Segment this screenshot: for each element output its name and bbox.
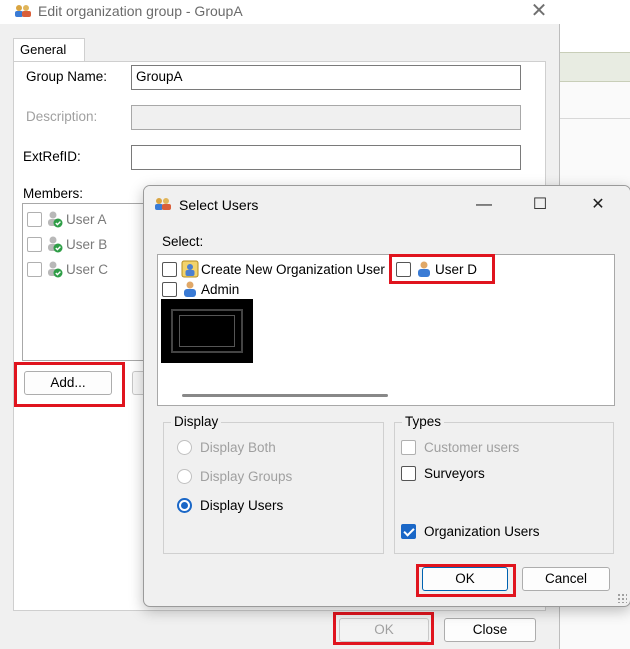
radio-indicator [177,469,192,484]
extrefid-label: ExtRefID: [23,149,81,164]
group-name-field[interactable]: GroupA [131,65,521,90]
new-user-icon [181,260,199,278]
types-group-title: Types [402,414,445,429]
checkbox-customer-users[interactable]: Customer users [401,440,519,455]
user-check-icon [48,261,63,278]
radio-display-users[interactable]: Display Users [177,498,283,513]
user-check-icon [48,211,63,228]
display-group: Display Display Both Display Groups Disp… [163,414,384,554]
cancel-button[interactable]: Cancel [522,567,610,591]
list-item[interactable]: Create New Organization User [162,259,385,279]
member-label: User B [66,236,108,252]
ok-button-highlight [333,612,434,645]
option-label: Display Groups [200,469,293,484]
types-group: Types Customer users Surveyors Organizat… [394,414,614,554]
radio-indicator [177,440,192,455]
select-users-dialog: Select Users — ☐ ✕ Select: Create New Or… [143,185,630,607]
option-label: Display Both [200,440,276,455]
item-label: Admin [201,281,240,297]
redacted-area [161,299,253,363]
member-checkbox[interactable] [27,211,42,227]
radio-display-groups[interactable]: Display Groups [177,469,292,484]
tab-general[interactable]: General [13,38,85,62]
close-icon[interactable]: ✕ [528,0,550,22]
checkbox-indicator [401,524,416,539]
checkbox-indicator [401,440,416,455]
list-item[interactable]: Admin [162,279,239,299]
close-icon[interactable]: ✕ [576,190,620,220]
extrefid-field[interactable] [131,145,521,170]
display-group-title: Display [171,414,222,429]
user-check-icon [48,236,63,253]
list-item[interactable]: User A [27,209,107,229]
close-button[interactable]: Close [444,618,536,642]
dialog-title: Edit organization group - GroupA [38,3,243,19]
checkbox-surveyors[interactable]: Surveyors [401,466,485,481]
member-label: User C [66,261,109,277]
dialog-titlebar: Select Users — ☐ ✕ [144,186,630,222]
checkbox-organization-users[interactable]: Organization Users [401,524,540,539]
resize-grip[interactable] [617,593,627,603]
option-label: Customer users [424,440,520,455]
maximize-icon[interactable]: ☐ [518,190,562,220]
checkbox-indicator [401,466,416,481]
radio-indicator [177,498,192,513]
description-field [131,105,521,130]
option-label: Display Users [200,498,284,513]
item-label: Create New Organization User [201,261,385,277]
group-users-icon [155,198,171,210]
option-label: Organization Users [424,524,540,539]
option-label: Surveyors [424,466,485,481]
item-checkbox[interactable] [162,261,177,277]
member-checkbox[interactable] [27,261,42,277]
description-label: Description: [26,109,98,124]
group-name-label: Group Name: [26,69,108,84]
group-users-icon [15,5,31,17]
minimize-icon[interactable]: — [462,190,506,220]
dialog-titlebar: Edit organization group - GroupA ✕ [0,0,560,24]
user-d-highlight [389,254,495,284]
horizontal-scrollbar[interactable] [182,394,388,397]
ok-button-highlight [416,564,516,597]
background-app-toolbar [560,52,630,82]
users-list[interactable]: Create New Organization User User D Admi… [157,254,615,406]
radio-display-both[interactable]: Display Both [177,440,276,455]
members-label: Members: [23,186,84,201]
dialog-title: Select Users [179,197,259,213]
item-checkbox[interactable] [162,281,177,297]
member-label: User A [66,211,107,227]
member-checkbox[interactable] [27,236,42,252]
list-item[interactable]: User B [27,234,107,254]
select-label: Select: [162,234,204,249]
user-icon [184,281,196,297]
background-app-divider [560,118,630,119]
background-app [560,0,630,26]
add-button-highlight [14,362,125,407]
list-item[interactable]: User C [27,259,108,279]
